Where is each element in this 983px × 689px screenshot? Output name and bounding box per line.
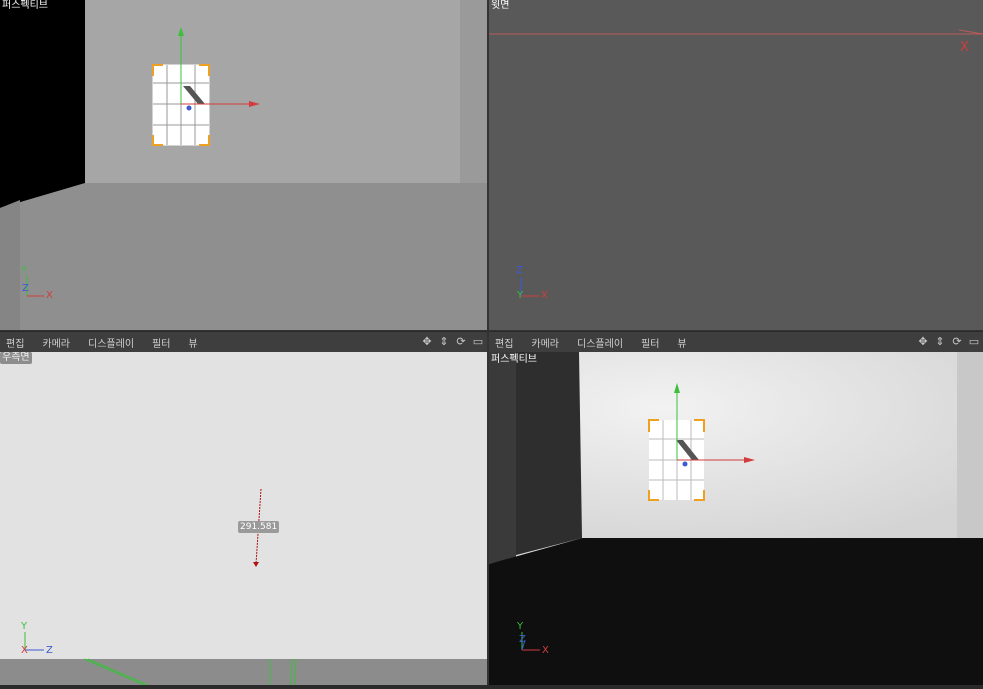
axis-label-y: Y [21, 621, 28, 632]
axis-label-y: Y [517, 621, 524, 632]
rotate-view-icon[interactable]: ⟳ [950, 335, 964, 349]
axis-label-x: X [542, 645, 549, 656]
menu-camera[interactable]: 카메라 [531, 335, 559, 350]
viewport-label: 윗면 [491, 0, 510, 11]
menu-display[interactable]: 디스플레이 [577, 335, 623, 350]
viewport-label: 우측면 [0, 352, 32, 364]
viewport-label: 퍼스펙티브 [491, 354, 537, 365]
viewport-top[interactable]: 윗면 X Z Y X [489, 0, 983, 330]
axis-label-x: X [541, 290, 548, 301]
viewport-menubar-right: 편집 카메라 디스플레이 필터 뷰 ✥ ⇕ ⟳ ▭ [489, 331, 983, 352]
bottom-strip [0, 685, 983, 689]
axis-label-x: X [46, 290, 53, 301]
menu-view[interactable]: 뷰 [677, 335, 686, 350]
viewport-scene [0, 0, 487, 330]
viewport-scene [0, 488, 487, 685]
rotate-view-icon[interactable]: ⟳ [454, 335, 468, 349]
zoom-view-icon[interactable]: ⇕ [437, 335, 451, 349]
menu-filter[interactable]: 필터 [152, 335, 170, 350]
viewport-menubar-left: 편집 카메라 디스플레이 필터 뷰 ✥ ⇕ ⟳ ▭ [0, 331, 487, 352]
viewport-right[interactable]: 우측면 291.581 Y X Z [0, 352, 487, 685]
axis-indicator [520, 277, 539, 297]
zoom-view-icon[interactable]: ⇕ [933, 335, 947, 349]
menu-edit[interactable]: 편집 [6, 335, 24, 350]
viewport-scene [489, 29, 983, 297]
axis-label-x: X [21, 645, 28, 656]
axis-label-x-far: X [960, 40, 969, 55]
menu-view[interactable]: 뷰 [188, 335, 197, 350]
axis-label-y: Y [517, 290, 524, 301]
maximize-view-icon[interactable]: ▭ [967, 335, 981, 349]
viewport-perspective-top-left[interactable]: 퍼스펙티브 Y Z X [0, 0, 487, 330]
axis-label-z: Z [46, 645, 53, 656]
menu-filter[interactable]: 필터 [641, 335, 659, 350]
viewport-perspective-bottom-right[interactable]: 퍼스펙티브 Y Z X [489, 352, 983, 685]
axis-label-z: Z [516, 265, 523, 276]
menu-edit[interactable]: 편집 [495, 335, 513, 350]
viewport-label: 퍼스펙티브 [2, 0, 48, 11]
axis-label-y: Y [21, 265, 28, 276]
viewport-scene [489, 352, 983, 685]
dimension-readout: 291.581 [238, 521, 280, 533]
axis-label-z: Z [519, 634, 526, 645]
axis-label-z: Z [22, 283, 29, 294]
maximize-view-icon[interactable]: ▭ [471, 335, 485, 349]
move-view-icon[interactable]: ✥ [916, 335, 930, 349]
menu-display[interactable]: 디스플레이 [88, 335, 134, 350]
move-view-icon[interactable]: ✥ [420, 335, 434, 349]
menu-camera[interactable]: 카메라 [42, 335, 70, 350]
